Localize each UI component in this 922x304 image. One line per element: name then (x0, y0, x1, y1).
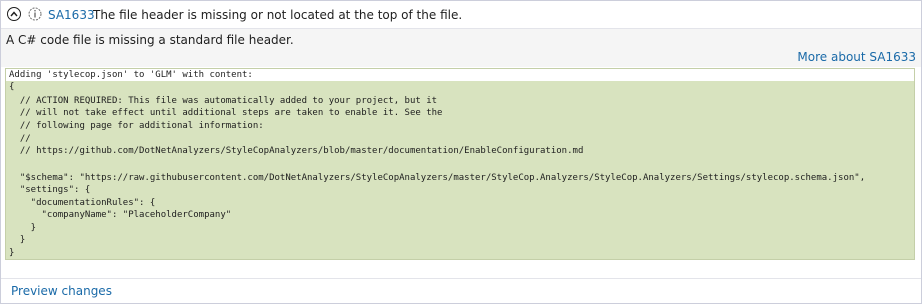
code-line: "companyName": "PlaceholderCompany" (9, 210, 232, 220)
rule-title: The file header is missing or not locate… (93, 8, 463, 22)
code-line: "$schema": "https://raw.githubuserconten… (9, 173, 866, 183)
code-line: "settings": { (9, 185, 91, 195)
footer-divider (1, 278, 921, 279)
rule-id-link[interactable]: SA1633 (48, 7, 95, 23)
code-line: "documentationRules": { (9, 198, 156, 208)
code-line: // following page for additional informa… (9, 121, 264, 131)
preview-content: Adding 'stylecop.json' to 'GLM' with con… (5, 68, 915, 260)
diagnostic-header: SA1633 The file header is missing or not… (1, 1, 921, 29)
code-line: } (9, 248, 15, 258)
code-line: } (9, 223, 37, 233)
code-line: // ACTION REQUIRED: This file was automa… (9, 96, 438, 106)
description-area: A C# code file is missing a standard fil… (1, 29, 921, 67)
code-line: // https://github.com/DotNetAnalyzers/St… (9, 146, 584, 156)
code-line: // (9, 134, 31, 144)
preview-intro-text: Adding 'stylecop.json' to 'GLM' with con… (9, 70, 253, 80)
more-about-link[interactable]: More about SA1633 (797, 49, 916, 65)
code-line: // will not take effect until additional… (9, 108, 443, 118)
rule-description: A C# code file is missing a standard fil… (6, 33, 294, 47)
preview-changes-link[interactable]: Preview changes (11, 283, 112, 299)
code-line: } (9, 235, 26, 245)
code-line: { (9, 82, 15, 92)
info-circle-icon (28, 7, 42, 21)
chevron-up-circle-icon[interactable] (7, 7, 21, 21)
light-bulb-preview-panel: SA1633 The file header is missing or not… (0, 0, 922, 304)
